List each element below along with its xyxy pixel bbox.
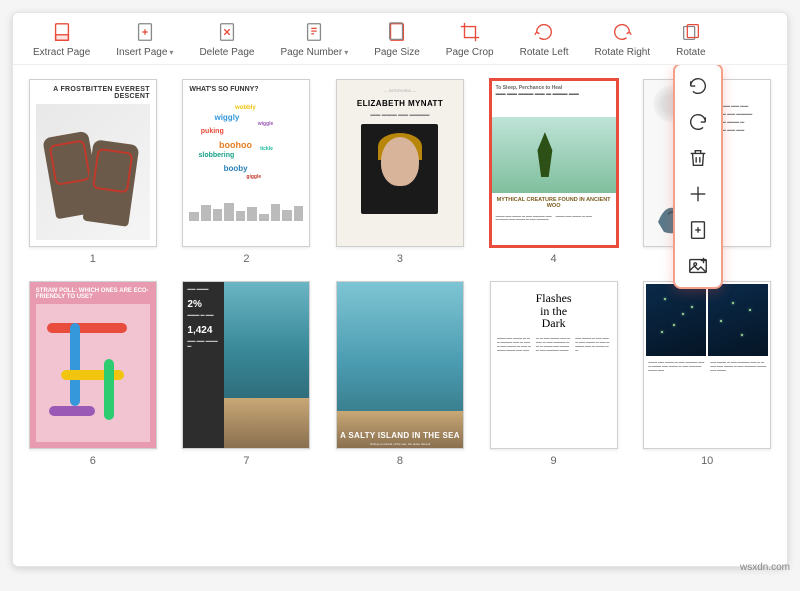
page-number-label: 6: [90, 455, 96, 467]
page-number-label: 4: [551, 253, 557, 265]
add-button[interactable]: [687, 183, 709, 205]
thumb-content: ▬▬▬ ▬▬ ▬▬▬ ▬ ▬▬ ▬▬▬▬ ▬▬ ▬ ▬▬▬ ▬▬ ▬▬▬ ▬ ▬…: [643, 281, 771, 449]
page-grid-container: A FROSTBITTEN EVEREST DESCENT 1 WHAT'S S…: [13, 65, 787, 566]
page-number-label: 3: [397, 253, 403, 265]
page-thumbnail[interactable]: Flashesin theDark ▬▬▬ ▬▬ ▬▬▬ ▬ ▬▬ ▬▬▬▬ ▬…: [488, 281, 620, 467]
page-size-button[interactable]: Page Size: [374, 21, 420, 58]
extract-page-button[interactable]: Extract Page: [33, 21, 90, 58]
insert-image-button[interactable]: [687, 255, 709, 277]
page-thumbnail[interactable]: STRAW POLL: WHICH ONES ARE ECO-FRIENDLY …: [27, 281, 159, 467]
insert-page-icon: [687, 219, 709, 241]
insert-image-icon: [687, 255, 709, 277]
page-number-label: 7: [243, 455, 249, 467]
rotate-ccw-icon: [687, 75, 709, 97]
page-number-label: 8: [397, 455, 403, 467]
page-number-label: 1: [90, 253, 96, 265]
page-number-label: 9: [551, 455, 557, 467]
thumb-content: STRAW POLL: WHICH ONES ARE ECO-FRIENDLY …: [29, 281, 157, 449]
page-grid: A FROSTBITTEN EVEREST DESCENT 1 WHAT'S S…: [27, 79, 773, 467]
toolbar: Extract Page Insert Page▾ Delete Page Pa…: [13, 13, 787, 65]
app-window: Extract Page Insert Page▾ Delete Page Pa…: [12, 12, 788, 567]
page-thumbnail[interactable]: A FROSTBITTEN EVEREST DESCENT 1: [27, 79, 159, 265]
extract-page-icon: [51, 21, 73, 43]
chevron-down-icon: ▾: [169, 48, 173, 57]
thumb-content: — INTERVIEW — ELIZABETH MYNATT ▬▬ ▬▬▬ ▬▬…: [336, 79, 464, 247]
page-crop-icon: [459, 21, 481, 43]
thumb-content: A SALTY ISLAND IN THE SEA Visiting an is…: [336, 281, 464, 449]
insert-page-button[interactable]: Insert Page▾: [116, 21, 173, 58]
insert-page-icon: [134, 21, 156, 43]
thumb-content: WHAT'S SO FUNNY? wiggly puking boohoo sl…: [182, 79, 310, 247]
delete-page-button[interactable]: Delete Page: [199, 21, 254, 58]
insert-page-button[interactable]: [687, 219, 709, 241]
page-size-icon: [386, 21, 408, 43]
rotate-cw-button[interactable]: [687, 111, 709, 133]
rotate-left-icon: [533, 21, 555, 43]
trash-icon: [687, 147, 709, 169]
chevron-down-icon: ▾: [344, 48, 348, 57]
delete-button[interactable]: [687, 147, 709, 169]
thumb-content: A FROSTBITTEN EVEREST DESCENT: [29, 79, 157, 247]
rotate-icon: [680, 21, 702, 43]
thumb-content: Flashesin theDark ▬▬▬ ▬▬ ▬▬▬ ▬ ▬▬ ▬▬▬▬ ▬…: [490, 281, 618, 449]
rotate-button[interactable]: Rotate: [676, 21, 705, 58]
thumb-content: To Sleep, Perchance to Heal▬▬ ▬▬ ▬▬▬ ▬▬ …: [490, 79, 618, 247]
page-thumbnail[interactable]: ▬▬ ▬▬▬ 2% ▬▬▬ ▬ ▬▬ 1,424 ▬▬ ▬▬ ▬▬▬ ▬ 7: [181, 281, 313, 467]
page-thumbnail[interactable]: WHAT'S SO FUNNY? wiggly puking boohoo sl…: [181, 79, 313, 265]
plus-icon: [687, 183, 709, 205]
rotate-right-button[interactable]: Rotate Right: [595, 21, 651, 58]
rotate-ccw-button[interactable]: [687, 75, 709, 97]
page-thumbnail[interactable]: A SALTY ISLAND IN THE SEA Visiting an is…: [334, 281, 466, 467]
page-thumbnail[interactable]: — INTERVIEW — ELIZABETH MYNATT ▬▬ ▬▬▬ ▬▬…: [334, 79, 466, 265]
rotate-right-icon: [611, 21, 633, 43]
page-number-label: 2: [243, 253, 249, 265]
context-panel: [673, 65, 723, 289]
page-thumbnail-selected[interactable]: To Sleep, Perchance to Heal▬▬ ▬▬ ▬▬▬ ▬▬ …: [488, 79, 620, 265]
watermark: wsxdn.com: [740, 562, 790, 573]
delete-page-icon: [216, 21, 238, 43]
page-number-icon: [303, 21, 325, 43]
page-crop-button[interactable]: Page Crop: [446, 21, 494, 58]
page-number-label: 10: [701, 455, 713, 467]
rotate-cw-icon: [687, 111, 709, 133]
page-number-button[interactable]: Page Number▾: [280, 21, 348, 58]
thumb-content: ▬▬ ▬▬▬ 2% ▬▬▬ ▬ ▬▬ 1,424 ▬▬ ▬▬ ▬▬▬ ▬: [182, 281, 310, 449]
rotate-left-button[interactable]: Rotate Left: [520, 21, 569, 58]
page-thumbnail[interactable]: ▬▬▬ ▬▬ ▬▬▬ ▬ ▬▬ ▬▬▬▬ ▬▬ ▬ ▬▬▬ ▬▬ ▬▬▬ ▬ ▬…: [641, 281, 773, 467]
